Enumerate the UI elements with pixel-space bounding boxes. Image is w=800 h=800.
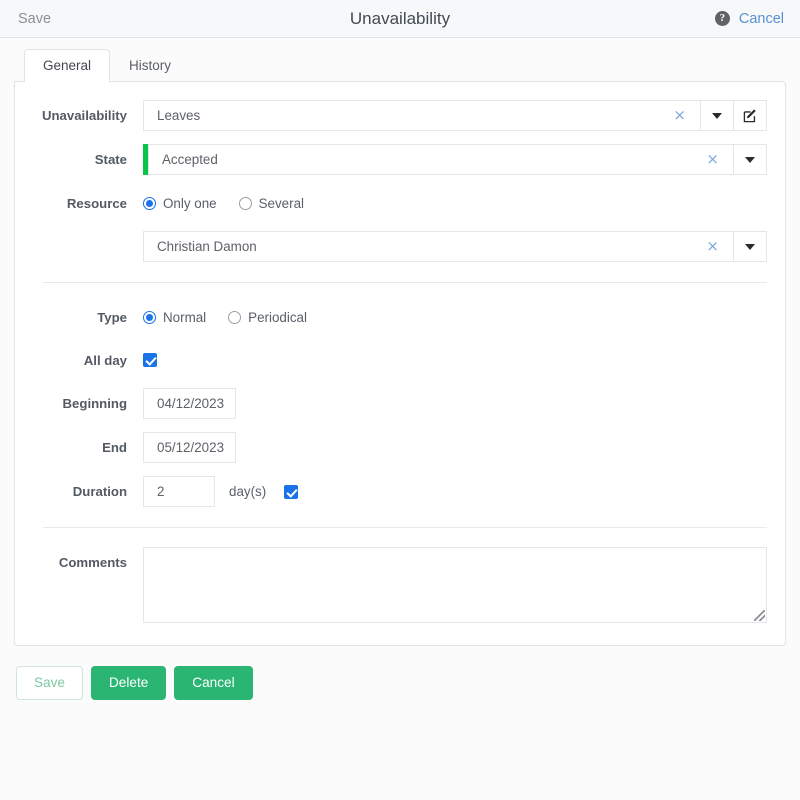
radio-icon [143, 310, 156, 324]
resize-grip-icon[interactable] [754, 610, 765, 621]
radio-label: Periodical [248, 309, 307, 325]
clear-icon[interactable]: × [700, 152, 725, 167]
comments-textarea[interactable] [143, 547, 767, 623]
form-panel: Unavailability Leaves × State Accepted ×… [14, 81, 786, 646]
state-value: Accepted [162, 152, 218, 167]
delete-button[interactable]: Delete [90, 666, 167, 700]
clear-icon[interactable]: × [667, 108, 692, 123]
chevron-down-icon [712, 112, 722, 119]
label-type: Type [97, 309, 127, 325]
topbar-cancel-button[interactable]: Cancel [739, 11, 784, 27]
tab-history[interactable]: History [110, 49, 190, 83]
label-comments: Comments [58, 555, 127, 570]
top-bar: Save Unavailability ? Cancel [0, 0, 800, 38]
topbar-right-group: ? Cancel [714, 11, 784, 27]
beginning-date-input[interactable]: 04/12/2023 [143, 388, 236, 419]
radio-type-periodical[interactable]: Periodical [228, 310, 307, 325]
radio-label: Several [258, 195, 305, 211]
row-resource-select: Christian Damon × [15, 231, 785, 262]
radio-icon [238, 196, 252, 210]
label-state: State [94, 152, 127, 167]
row-beginning: Beginning 04/12/2023 [15, 388, 785, 419]
state-input[interactable]: Accepted × [148, 144, 734, 175]
clear-icon[interactable]: × [700, 239, 725, 254]
save-button[interactable]: Save [16, 666, 83, 700]
label-end: End [102, 440, 127, 455]
radio-resource-only-one[interactable]: Only one [143, 196, 217, 211]
unavailability-value: Leaves [157, 108, 201, 123]
resource-dropdown-button[interactable] [734, 231, 767, 262]
row-end: End 05/12/2023 [15, 432, 785, 463]
end-date-input[interactable]: 05/12/2023 [143, 432, 236, 463]
row-unavailability: Unavailability Leaves × [15, 100, 785, 131]
radio-type-normal[interactable]: Normal [143, 310, 206, 325]
state-dropdown-button[interactable] [734, 144, 767, 175]
radio-icon [143, 196, 156, 210]
tab-bar: General History [0, 38, 800, 83]
radio-label: Only one [163, 195, 217, 211]
row-state: State Accepted × [15, 144, 785, 175]
row-type: Type Normal Periodical [15, 302, 785, 332]
label-duration: Duration [72, 484, 127, 499]
unavailability-edit-button[interactable] [734, 100, 767, 131]
resource-value: Christian Damon [157, 239, 257, 254]
topbar-save-button[interactable]: Save [18, 11, 51, 27]
row-duration: Duration 2 day(s) [15, 476, 785, 507]
beginning-date-value: 04/12/2023 [157, 396, 225, 411]
page-title: Unavailability [349, 8, 451, 28]
unavailability-input[interactable]: Leaves × [143, 100, 701, 131]
radio-icon [228, 310, 242, 324]
row-resource-options: Resource Only one Several [15, 188, 785, 218]
chevron-down-icon [745, 156, 755, 163]
unavailability-dropdown-button[interactable] [701, 100, 734, 131]
end-date-value: 05/12/2023 [157, 440, 225, 455]
label-all-day: All day [83, 352, 127, 368]
radio-label: Normal [163, 309, 207, 325]
section-divider [43, 282, 767, 283]
label-resource: Resource [66, 195, 127, 211]
row-comments: Comments [15, 547, 785, 623]
chevron-down-icon [745, 243, 755, 250]
duration-value: 2 [157, 484, 165, 499]
duration-unit-label: day(s) [229, 484, 267, 499]
radio-resource-several[interactable]: Several [238, 195, 305, 211]
row-all-day: All day [15, 345, 785, 375]
help-circle-icon[interactable]: ? [714, 11, 730, 26]
resource-input[interactable]: Christian Damon × [143, 231, 734, 262]
footer-actions: Save Delete Cancel [0, 646, 800, 700]
label-unavailability: Unavailability [41, 108, 127, 123]
tab-general[interactable]: General [24, 48, 111, 83]
duration-input[interactable]: 2 [143, 476, 215, 507]
section-divider [43, 527, 767, 528]
cancel-button[interactable]: Cancel [174, 666, 253, 700]
duration-checkbox[interactable] [284, 484, 299, 499]
all-day-checkbox[interactable] [143, 353, 157, 367]
label-beginning: Beginning [62, 396, 127, 411]
edit-pencil-icon [743, 109, 756, 123]
